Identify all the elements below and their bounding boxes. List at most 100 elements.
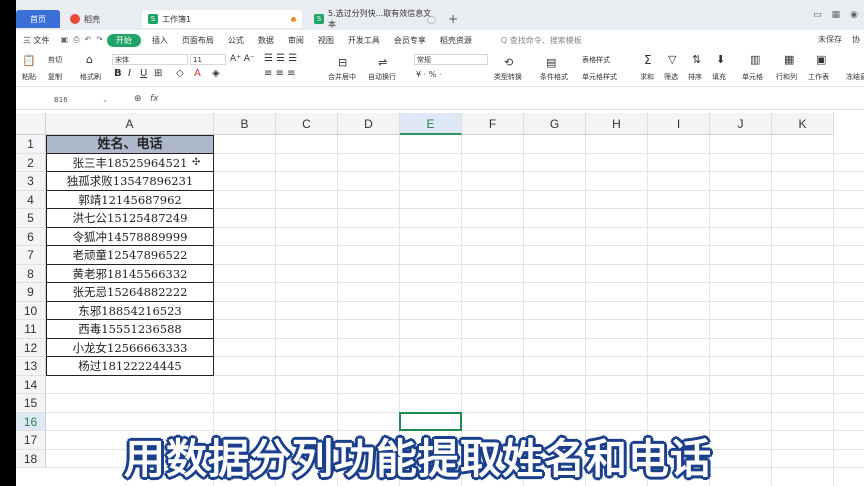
cell-a1-header[interactable]: 姓名、电话: [46, 135, 214, 154]
align-left-icons[interactable]: ≡ ≡ ≡: [264, 68, 296, 79]
row-header-8[interactable]: 8: [16, 264, 46, 283]
undo-icon[interactable]: ↶: [85, 35, 92, 45]
user-icon[interactable]: ◉: [850, 10, 858, 20]
cell-a13[interactable]: 杨过18122224445: [46, 357, 214, 376]
percent-buttons[interactable]: ¥ · % ·: [416, 70, 441, 79]
merge-center-button[interactable]: 合并居中: [328, 72, 356, 82]
tab-developer[interactable]: 开发工具: [341, 35, 387, 46]
cell-a4[interactable]: 郭靖12145687962: [46, 190, 214, 209]
column-header-k[interactable]: K: [772, 113, 834, 135]
cell-a6[interactable]: 令狐冲14578889999: [46, 227, 214, 246]
column-header-f[interactable]: F: [462, 113, 524, 135]
row-header-15[interactable]: 15: [16, 394, 46, 413]
row-header-2[interactable]: 2: [16, 153, 46, 172]
tab-home[interactable]: 首页: [16, 10, 60, 28]
paste-button[interactable]: 粘贴: [22, 72, 36, 82]
layout-icon[interactable]: ▭: [813, 10, 822, 20]
italic-button[interactable]: I: [128, 68, 131, 79]
column-header-g[interactable]: G: [524, 113, 586, 135]
redo-icon[interactable]: ↷: [96, 35, 103, 45]
column-header-i[interactable]: I: [648, 113, 710, 135]
align-top-icons[interactable]: ☰ ☰ ☰: [264, 53, 297, 64]
tab-page-layout[interactable]: 页面布局: [175, 35, 221, 46]
border-icon[interactable]: ⊞: [154, 68, 162, 79]
tab-data[interactable]: 数据: [251, 35, 281, 46]
tab-member[interactable]: 会员专享: [387, 35, 433, 46]
font-grow-icon[interactable]: A⁺ A⁻: [230, 54, 255, 64]
tab-view[interactable]: 视图: [311, 35, 341, 46]
row-header-18[interactable]: 18: [16, 449, 46, 468]
row-header-11[interactable]: 11: [16, 320, 46, 339]
grid-icon[interactable]: ▦: [832, 10, 841, 20]
freeze-button[interactable]: 冻结窗: [846, 72, 864, 82]
wrap-text-button[interactable]: 自动换行: [368, 72, 396, 82]
column-header-j[interactable]: J: [710, 113, 772, 135]
collaborate-button[interactable]: 协: [852, 34, 860, 45]
row-header-10[interactable]: 10: [16, 301, 46, 320]
underline-button[interactable]: U: [140, 68, 147, 79]
row-col-button[interactable]: 行和列: [776, 72, 797, 82]
save-icon[interactable]: ▣: [61, 35, 69, 45]
tab-review[interactable]: 审阅: [281, 35, 311, 46]
sum-button[interactable]: 求和: [640, 72, 654, 82]
tab-formulas[interactable]: 公式: [221, 35, 251, 46]
fill-color-icon[interactable]: ◇: [176, 68, 184, 79]
cell-a11[interactable]: 西毒15551236588: [46, 320, 214, 339]
cell-a10[interactable]: 东邪18854216523: [46, 301, 214, 320]
row-header-4[interactable]: 4: [16, 190, 46, 209]
table-style-button[interactable]: 表格样式: [582, 55, 610, 65]
filter-button[interactable]: 筛选: [664, 72, 678, 82]
number-format-select[interactable]: 常规: [414, 54, 488, 65]
row-header-14[interactable]: 14: [16, 375, 46, 394]
tab-docer-resources[interactable]: 稻壳资源: [433, 35, 479, 46]
cell-button[interactable]: 单元格: [742, 72, 763, 82]
tab-tutorial[interactable]: S 5.选过分列快...取有效信息文本 ◯: [308, 9, 444, 29]
font-name-select[interactable]: 宋体: [112, 54, 188, 65]
column-header-b[interactable]: B: [214, 113, 276, 135]
row-header-7[interactable]: 7: [16, 246, 46, 265]
row-header-1[interactable]: 1: [16, 135, 46, 154]
cell-a8[interactable]: 黄老邪18145566332: [46, 264, 214, 283]
tab-start[interactable]: 开始: [106, 33, 141, 47]
font-size-select[interactable]: 11: [190, 54, 226, 65]
file-menu[interactable]: 三 文件: [16, 35, 57, 46]
select-all-corner[interactable]: [16, 113, 46, 135]
cell-a12[interactable]: 小龙女12566663333: [46, 338, 214, 357]
new-tab-button[interactable]: +: [448, 12, 458, 26]
tab-insert[interactable]: 插入: [145, 35, 175, 46]
row-header-9[interactable]: 9: [16, 283, 46, 302]
cell-a7[interactable]: 老顽童12547896522: [46, 246, 214, 265]
column-header-e[interactable]: E: [400, 113, 462, 135]
cell-a5[interactable]: 洪七公15125487249: [46, 209, 214, 228]
column-header-d[interactable]: D: [338, 113, 400, 135]
tab-docer[interactable]: 稻壳: [64, 10, 136, 28]
cell-style-button[interactable]: 单元格样式: [582, 72, 617, 82]
row-header-17[interactable]: 17: [16, 431, 46, 450]
conditional-format-button[interactable]: 条件格式: [540, 72, 568, 82]
save-status[interactable]: 未保存: [818, 34, 842, 45]
row-header-16[interactable]: 16: [16, 412, 46, 431]
print-icon[interactable]: ⎙: [73, 35, 79, 45]
column-header-a[interactable]: A: [46, 113, 214, 135]
cell-a9[interactable]: 张无忌15264882222: [46, 283, 214, 302]
type-convert-button[interactable]: 类型转换: [494, 72, 522, 82]
row-header-13[interactable]: 13: [16, 357, 46, 376]
column-header-h[interactable]: H: [586, 113, 648, 135]
sort-button[interactable]: 排序: [688, 72, 702, 82]
row-header-12[interactable]: 12: [16, 338, 46, 357]
font-color-icon[interactable]: A: [194, 68, 201, 79]
cut-button[interactable]: 剪切: [48, 55, 62, 65]
command-search[interactable]: Q 查找命令、搜索模板: [491, 35, 582, 46]
close-tab-icon[interactable]: ◯: [427, 15, 436, 24]
zoom-icon[interactable]: ⊕: [134, 94, 142, 104]
row-header-6[interactable]: 6: [16, 227, 46, 246]
tab-workbook1[interactable]: S 工作簿1: [142, 10, 302, 28]
clear-icon[interactable]: ◈: [212, 68, 220, 79]
cell-a2[interactable]: 张三丰18525964521: [46, 153, 214, 172]
copy-button[interactable]: 复制: [48, 72, 62, 82]
row-header-5[interactable]: 5: [16, 209, 46, 228]
column-header-c[interactable]: C: [276, 113, 338, 135]
worksheet-button[interactable]: 工作表: [808, 72, 829, 82]
format-painter-button[interactable]: 格式刷: [80, 72, 101, 82]
name-box[interactable]: B16 ⌄: [24, 95, 110, 106]
